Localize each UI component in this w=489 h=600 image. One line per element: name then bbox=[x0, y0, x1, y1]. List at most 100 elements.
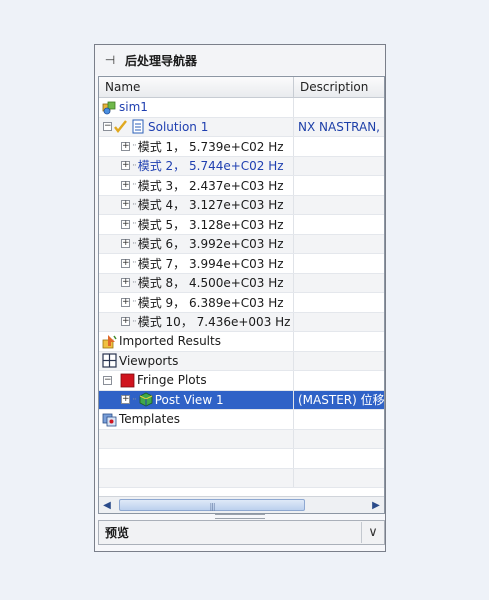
horizontal-scrollbar[interactable]: ◀ ||| ▶ bbox=[99, 496, 384, 513]
tree-row-description bbox=[294, 196, 384, 215]
tree-row-mode-10[interactable]: + ·· 模式 10， 7.436e+003 Hz bbox=[99, 312, 384, 332]
tree-row-mode-9[interactable]: + ·· 模式 9， 6.389e+C03 Hz bbox=[99, 293, 384, 313]
expand-toggle-icon[interactable]: + bbox=[121, 219, 130, 229]
tree-row-fringe-plots[interactable]: − Fringe Plots bbox=[99, 371, 384, 391]
tree-row-description bbox=[294, 352, 384, 371]
scroll-thumb[interactable]: ||| bbox=[119, 499, 305, 511]
expand-toggle-icon[interactable]: + bbox=[121, 141, 130, 151]
tree-row-label: 模式 7， 3.994e+C03 Hz bbox=[137, 256, 284, 271]
tree-row-label: Imported Results bbox=[119, 334, 221, 349]
imported-results-icon bbox=[102, 334, 117, 349]
expand-toggle-icon[interactable]: + bbox=[121, 278, 130, 288]
expand-toggle-icon[interactable]: + bbox=[121, 161, 130, 171]
tree-row-solution-1[interactable]: − Solution 1 NX NASTRAN, S bbox=[99, 117, 384, 137]
tree-connector: ·· bbox=[132, 199, 137, 210]
tree-row-mode-1[interactable]: + ·· 模式 1， 5.739e+C02 Hz bbox=[99, 137, 384, 157]
tree-row-label: 模式 10， 7.436e+003 Hz bbox=[137, 315, 291, 330]
empty-row bbox=[99, 429, 384, 449]
tree-row-description bbox=[294, 254, 384, 273]
tree-row-description bbox=[294, 235, 384, 254]
tree-row-label: Viewports bbox=[119, 353, 179, 368]
tree-row-description bbox=[294, 332, 384, 351]
tree-row-description bbox=[294, 313, 384, 332]
expand-toggle-icon[interactable]: + bbox=[121, 317, 130, 327]
tree-row-description bbox=[294, 215, 384, 234]
tree-row-label: 模式 2， 5.744e+C02 Hz bbox=[137, 159, 284, 174]
tree-row-description bbox=[294, 293, 384, 312]
tree-row-mode-6[interactable]: + ·· 模式 6， 3.992e+C03 Hz bbox=[99, 234, 384, 254]
tree-row-label: 模式 8， 4.500e+C03 Hz bbox=[137, 276, 284, 291]
tree-row-label: Solution 1 bbox=[148, 119, 209, 134]
tree-connector: ·· bbox=[132, 141, 137, 152]
tree-row-mode-4[interactable]: + ·· 模式 4， 3.127e+C03 Hz bbox=[99, 195, 384, 215]
tree-row-description bbox=[294, 157, 384, 176]
expand-toggle-icon[interactable]: + bbox=[121, 200, 130, 210]
collapse-toggle-icon[interactable]: − bbox=[103, 375, 112, 385]
tree-connector: ·· bbox=[132, 258, 137, 269]
tree-row-label: Post View 1 bbox=[154, 392, 224, 407]
fringe-plots-icon bbox=[120, 373, 135, 388]
tree-row-description bbox=[294, 98, 384, 117]
tree-row-description bbox=[294, 137, 384, 156]
expand-toggle-icon[interactable]: + bbox=[121, 297, 130, 307]
tree-row-description bbox=[294, 176, 384, 195]
expand-toggle-icon[interactable]: + bbox=[121, 395, 130, 405]
post-processing-navigator: ⊣ 后处理导航器 Name Description sim1 − Solutio… bbox=[94, 44, 386, 552]
tree-header: Name Description bbox=[99, 77, 384, 98]
tree-row-mode-7[interactable]: + ·· 模式 7， 3.994e+C03 Hz bbox=[99, 254, 384, 274]
tree-connector: ·· bbox=[132, 297, 137, 308]
preview-title: 预览 bbox=[105, 526, 130, 540]
templates-icon bbox=[102, 413, 117, 427]
scroll-right-icon[interactable]: ▶ bbox=[368, 498, 384, 512]
tree-row-label: Fringe Plots bbox=[137, 373, 207, 388]
sim-file-icon bbox=[102, 101, 116, 115]
expand-toggle-icon[interactable]: + bbox=[121, 258, 130, 268]
expand-toggle-icon[interactable]: + bbox=[121, 239, 130, 249]
column-header-name[interactable]: Name bbox=[99, 77, 294, 97]
viewports-grid-icon bbox=[102, 353, 117, 368]
collapse-toggle-icon[interactable]: − bbox=[103, 122, 112, 132]
expand-toggle-icon[interactable]: + bbox=[121, 180, 130, 190]
preview-section[interactable]: 预览 ∨ bbox=[98, 520, 385, 545]
scroll-left-icon[interactable]: ◀ bbox=[99, 498, 115, 512]
column-header-description[interactable]: Description bbox=[294, 77, 384, 97]
tree-connector: ·· bbox=[132, 316, 137, 327]
solution-check-icon bbox=[114, 120, 127, 134]
pin-icon[interactable]: ⊣ bbox=[101, 53, 119, 67]
tree-row-label: 模式 5， 3.128e+C03 Hz bbox=[137, 217, 284, 232]
tree-row-mode-5[interactable]: + ·· 模式 5， 3.128e+C03 Hz bbox=[99, 215, 384, 235]
tree-row-label: Templates bbox=[119, 412, 181, 427]
tree-row-viewports[interactable]: Viewports bbox=[99, 351, 384, 371]
tree-row-label: sim1 bbox=[119, 100, 148, 115]
tree-row-templates[interactable]: Templates bbox=[99, 410, 384, 430]
tree-row-post-view-1[interactable]: + ·· Post View 1 (MASTER) 位移 - bbox=[99, 390, 384, 410]
tree-row-mode-3[interactable]: + ·· 模式 3， 2.437e+C03 Hz bbox=[99, 176, 384, 196]
tree-row-mode-8[interactable]: + ·· 模式 8， 4.500e+C03 Hz bbox=[99, 273, 384, 293]
empty-row bbox=[99, 468, 384, 488]
tree-row-label: 模式 1， 5.739e+C02 Hz bbox=[137, 139, 284, 154]
tree-connector: ·· bbox=[132, 238, 137, 249]
navigator-titlebar: ⊣ 后处理导航器 bbox=[95, 45, 385, 75]
empty-row bbox=[99, 449, 384, 469]
tree-row-mode-2[interactable]: + ·· 模式 2， 5.744e+C02 Hz bbox=[99, 156, 384, 176]
tree-connector: ·· bbox=[132, 160, 137, 171]
tree-connector: ·· bbox=[132, 180, 137, 191]
navigator-title: 后处理导航器 bbox=[125, 53, 198, 68]
tree-row-label: 模式 9， 6.389e+C03 Hz bbox=[137, 295, 284, 310]
splitter-handle[interactable] bbox=[215, 514, 265, 519]
tree-row-imported-results[interactable]: Imported Results bbox=[99, 332, 384, 352]
tree-row-label: 模式 3， 2.437e+C03 Hz bbox=[137, 178, 284, 193]
post-view-cube-icon bbox=[139, 392, 153, 407]
tree-connector: ·· bbox=[132, 219, 137, 230]
tree-row-label: 模式 4， 3.127e+C03 Hz bbox=[137, 198, 284, 213]
scroll-track[interactable]: ||| bbox=[115, 499, 368, 511]
tree-connector: ·· bbox=[132, 277, 137, 288]
tree-connector: ·· bbox=[132, 394, 137, 405]
navigator-tree[interactable]: Name Description sim1 − Solution 1 NX NA… bbox=[98, 76, 385, 514]
tree-row-description: NX NASTRAN, S bbox=[298, 119, 384, 134]
tree-row-label: 模式 6， 3.992e+C03 Hz bbox=[137, 237, 284, 252]
tree-row-sim1[interactable]: sim1 bbox=[99, 98, 384, 118]
tree-row-description: (MASTER) 位移 - bbox=[294, 390, 384, 409]
scroll-grip: ||| bbox=[209, 502, 215, 511]
chevron-down-icon[interactable]: ∨ bbox=[361, 522, 384, 543]
